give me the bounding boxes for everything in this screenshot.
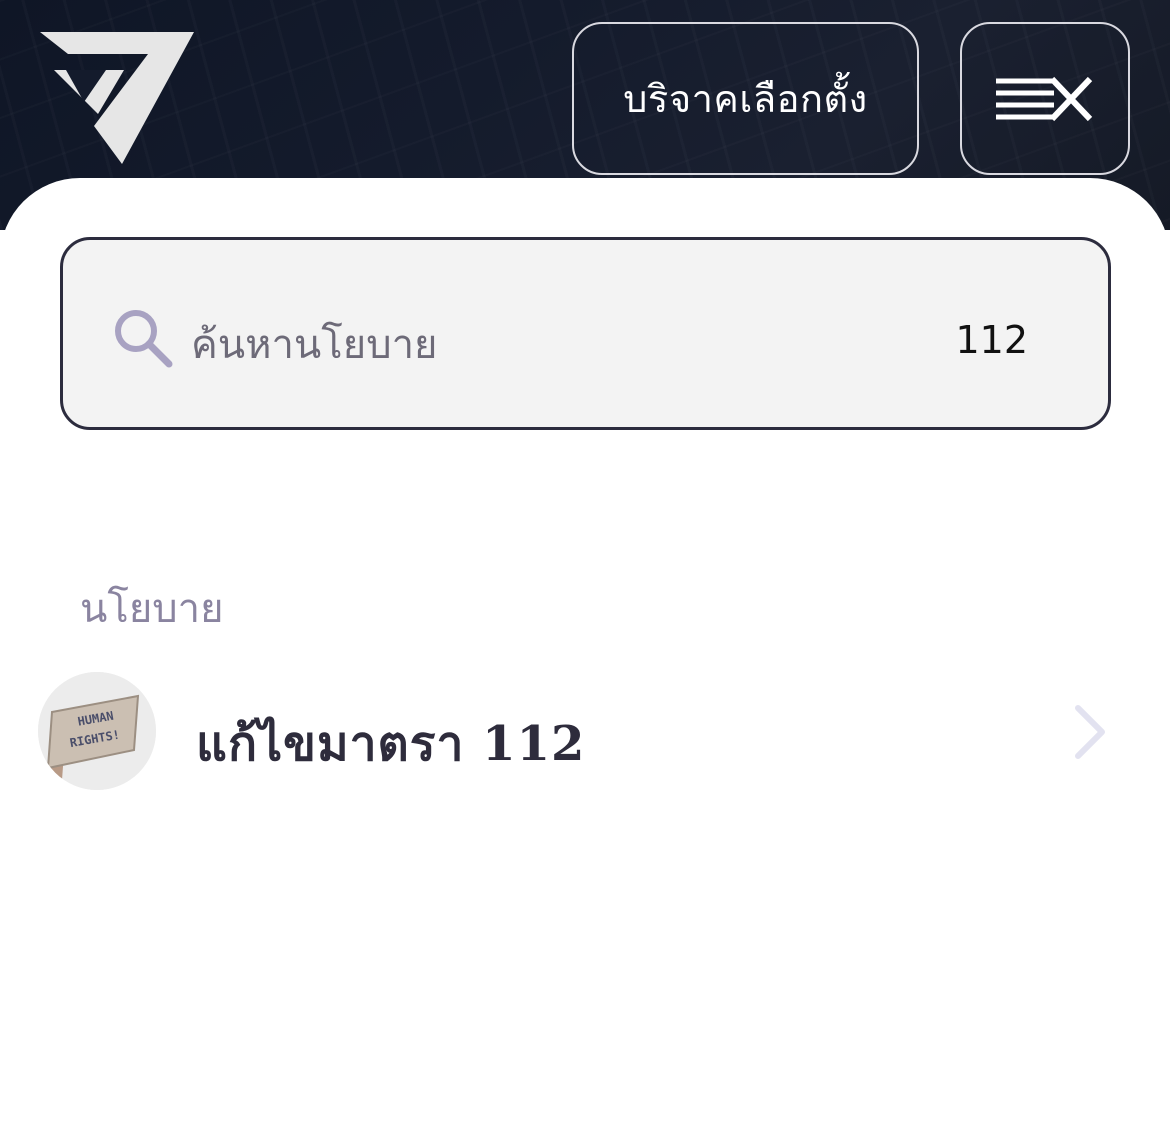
search-input[interactable]: ค้นหานโยบาย 112 [60, 237, 1111, 430]
human-rights-sign-image: HUMAN RIGHTS! [38, 672, 156, 790]
party-logo-icon[interactable] [36, 28, 198, 168]
search-placeholder: ค้นหานโยบาย [191, 322, 438, 368]
search-value: 112 [955, 318, 1028, 362]
menu-close-button[interactable] [960, 22, 1130, 175]
donate-button[interactable]: บริจาคเลือกตั้ง [572, 22, 919, 175]
list-item[interactable]: HUMAN RIGHTS! แก้ไขมาตรา 112 [38, 670, 1128, 792]
section-title: นโยบาย [80, 586, 224, 632]
chevron-right-icon [1075, 705, 1105, 759]
result-label: แก้ไขมาตรา 112 [196, 716, 586, 772]
donate-button-label: บริจาคเลือกตั้ง [623, 77, 868, 121]
search-icon [115, 310, 173, 368]
menu-close-icon [996, 76, 1093, 121]
